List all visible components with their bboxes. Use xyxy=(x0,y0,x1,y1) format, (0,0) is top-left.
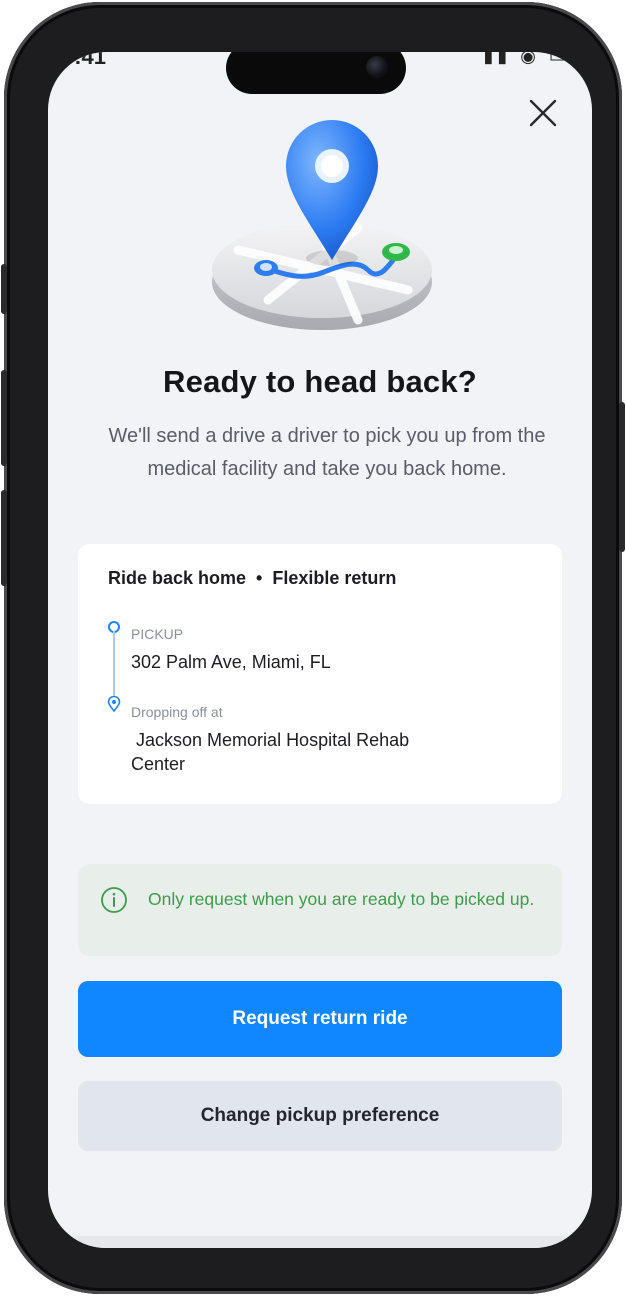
bottom-strip xyxy=(48,1236,592,1248)
status-icons: ▮▮ ◉ ▭ xyxy=(483,52,570,66)
dynamic-island xyxy=(226,52,406,94)
screen: 9:41 ▮▮ ◉ ▭ Ready to head back? We'll se… xyxy=(48,52,592,1248)
map-pin-icon xyxy=(212,120,432,330)
ride-type: Ride back home xyxy=(108,568,247,588)
ride-summary-header: Ride back home • Flexible return xyxy=(108,568,396,589)
page-subtitle: We'll send a drive a driver to pick you … xyxy=(108,425,546,480)
notice-text: Only request when you are ready to be pi… xyxy=(148,889,535,909)
close-icon xyxy=(529,99,557,127)
request-return-ride-button[interactable]: Request return ride xyxy=(78,981,562,1057)
status-time: 9:41 xyxy=(62,52,107,69)
phone-frame: 9:41 ▮▮ ◉ ▭ Ready to head back? We'll se… xyxy=(1,2,625,1294)
info-icon xyxy=(101,887,127,913)
route-line xyxy=(113,631,115,697)
close-button[interactable] xyxy=(528,98,558,128)
ride-summary-card: Ride back home • Flexible return PICKUP 30… xyxy=(78,544,562,804)
separator-dot: • xyxy=(256,568,263,588)
side-button-power xyxy=(619,402,625,552)
map-pin-illustration xyxy=(208,100,436,340)
pickup-address: 302 Palm Ave, Miami, FL xyxy=(131,652,331,672)
side-button-silent xyxy=(1,264,7,314)
info-notice: Only request when you are ready to be pi… xyxy=(78,864,562,956)
dropoff-label: Dropping off at xyxy=(131,704,223,720)
change-pickup-preference-button[interactable]: Change pickup preference xyxy=(78,1081,562,1151)
side-button-volume-down xyxy=(1,490,7,586)
location-pin-icon xyxy=(107,696,121,712)
dropoff-place: Jackson Memorial Hospital Rehab Center xyxy=(131,730,415,774)
side-button-volume-up xyxy=(1,370,7,466)
camera-lens xyxy=(366,56,388,78)
pickup-label: PICKUP xyxy=(131,626,184,642)
page-title: Ready to head back? xyxy=(163,364,477,399)
return-mode: Flexible return xyxy=(272,568,397,588)
